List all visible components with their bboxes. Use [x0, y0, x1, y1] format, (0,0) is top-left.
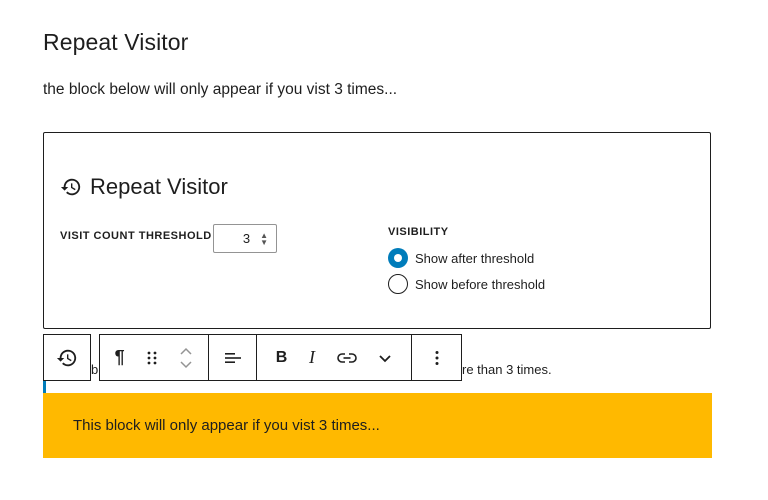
toolbar-group-block: ¶	[100, 335, 208, 380]
page-title[interactable]: Repeat Visitor	[43, 29, 188, 56]
radio-label: Show after threshold	[415, 250, 535, 266]
visibility-label: VISIBILITY	[388, 226, 449, 238]
radio-show-before[interactable]: Show before threshold	[388, 274, 545, 294]
block-type-button[interactable]	[43, 334, 91, 381]
block-toolbar: ¶ B I	[99, 334, 462, 381]
visit-count-input[interactable]: 3 ▲ ▼	[213, 224, 277, 253]
radio-unchecked-icon[interactable]	[388, 274, 408, 294]
toolbar-group-more	[411, 335, 461, 380]
more-options-icon[interactable]	[435, 335, 439, 380]
visit-count-value: 3	[242, 231, 251, 246]
block-heading: Repeat Visitor	[60, 174, 228, 200]
number-spinner-icon[interactable]: ▲ ▼	[260, 231, 268, 246]
bold-button[interactable]: B	[276, 335, 288, 380]
drag-handle-icon[interactable]	[146, 335, 158, 380]
conditional-content-block[interactable]: This block will only appear if you vist …	[43, 393, 712, 458]
history-icon	[56, 349, 77, 366]
radio-label: Show before threshold	[415, 276, 546, 292]
radio-checked-icon[interactable]	[388, 248, 408, 268]
conditional-content-text: This block will only appear if you vist …	[73, 417, 380, 434]
history-icon	[60, 178, 81, 196]
visit-count-threshold-label: VISIT COUNT THRESHOLD	[60, 230, 212, 242]
link-icon[interactable]	[336, 335, 357, 380]
italic-button[interactable]: I	[309, 335, 315, 380]
block-title: Repeat Visitor	[90, 174, 228, 199]
toolbar-group-align	[208, 335, 256, 380]
hidden-paragraph-end: re than 3 times.	[462, 362, 552, 377]
chevron-down-icon[interactable]	[378, 335, 392, 380]
radio-show-after[interactable]: Show after threshold	[388, 248, 534, 268]
move-up-down-icon[interactable]	[179, 335, 193, 380]
intro-paragraph[interactable]: the block below will only appear if you …	[43, 81, 397, 99]
paragraph-icon[interactable]: ¶	[115, 335, 125, 380]
align-left-icon[interactable]	[224, 335, 242, 380]
toolbar-group-format: B I	[256, 335, 411, 380]
